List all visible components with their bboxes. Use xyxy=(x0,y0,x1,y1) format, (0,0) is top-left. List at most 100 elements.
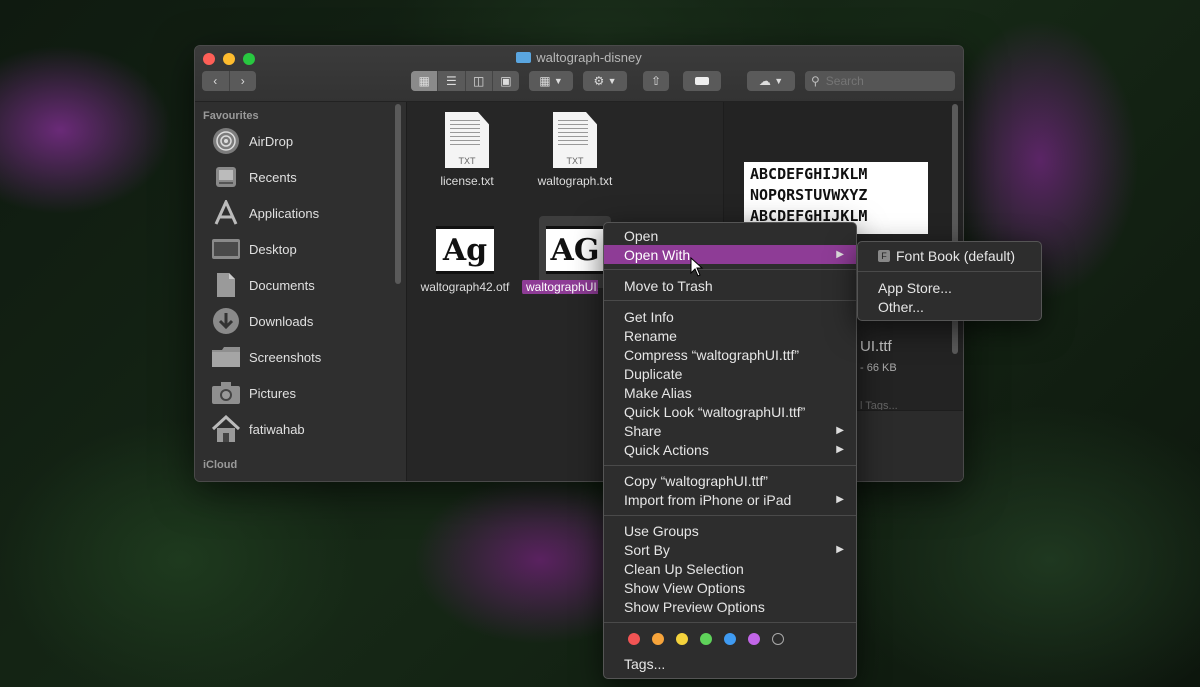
menu-item-show-view-options[interactable]: Show View Options xyxy=(604,578,856,597)
file-item[interactable]: TXT waltograph.txt xyxy=(525,112,625,188)
sidebar-item-label: Recents xyxy=(249,169,297,185)
menu-item-rename[interactable]: Rename xyxy=(604,326,856,345)
menu-separator xyxy=(604,269,856,270)
font-file-icon: Ag xyxy=(436,226,494,274)
toolbar: waltograph-disney ‹ › ▦ ☰ ◫ ▣ ▦ ▼ ⚙ ▼ ⇧ … xyxy=(195,46,963,102)
menu-item-open[interactable]: Open xyxy=(604,226,856,245)
text-file-icon: TXT xyxy=(445,112,489,168)
sidebar-item-label: Documents xyxy=(249,277,315,293)
icon-view-icon[interactable]: ▦ xyxy=(411,71,439,91)
submenu-item-other[interactable]: Other... xyxy=(858,297,1041,316)
column-view-icon[interactable]: ◫ xyxy=(466,71,493,91)
menu-item-get-info[interactable]: Get Info xyxy=(604,307,856,326)
menu-item-compress[interactable]: Compress “waltographUI.ttf” xyxy=(604,345,856,364)
folder-icon xyxy=(516,52,532,63)
back-button[interactable]: ‹ xyxy=(202,71,230,91)
tag-gray-icon[interactable] xyxy=(772,633,784,645)
action-button[interactable]: ⚙ ▼ xyxy=(583,71,627,91)
submenu-arrow-icon: ▶ xyxy=(836,544,844,555)
menu-separator xyxy=(604,465,856,466)
menu-item-tags[interactable]: Tags... xyxy=(604,654,856,673)
search-field[interactable]: ⚲ xyxy=(805,71,955,91)
grid-icon: ▦ xyxy=(539,74,551,88)
menu-item-quick-look[interactable]: Quick Look “waltographUI.ttf” xyxy=(604,402,856,421)
share-button[interactable]: ⇧ xyxy=(643,71,669,91)
sidebar-scrollbar[interactable] xyxy=(395,104,401,284)
sidebar-item-applications[interactable]: Applications xyxy=(211,198,391,228)
menu-item-copy[interactable]: Copy “waltographUI.ttf” xyxy=(604,471,856,490)
camera-icon xyxy=(211,380,241,406)
file-name: license.txt xyxy=(440,174,494,188)
gear-icon: ⚙ xyxy=(593,74,605,88)
menu-item-duplicate[interactable]: Duplicate xyxy=(604,364,856,383)
menu-item-share[interactable]: Share ▶ xyxy=(604,421,856,440)
menu-item-make-alias[interactable]: Make Alias xyxy=(604,383,856,402)
file-name: waltograph42.otf xyxy=(420,280,510,294)
menu-item-use-groups[interactable]: Use Groups xyxy=(604,521,856,540)
file-name: waltographUI.ttf xyxy=(522,280,598,294)
tag-orange-icon[interactable] xyxy=(652,633,664,645)
airdrop-icon xyxy=(211,128,241,154)
tag-purple-icon[interactable] xyxy=(748,633,760,645)
sidebar-item-label: Applications xyxy=(249,205,320,221)
text-file-icon: TXT xyxy=(553,112,597,168)
sidebar-item-label: Downloads xyxy=(249,313,314,329)
menu-item-open-with[interactable]: Open With ▶ xyxy=(604,245,856,264)
icloud-button[interactable]: ☁ ▼ xyxy=(747,71,795,91)
menu-separator xyxy=(604,300,856,301)
tag-icon xyxy=(695,77,709,85)
file-item[interactable]: TXT license.txt xyxy=(417,112,517,188)
context-menu: Open Open With ▶ Move to Trash Get Info R… xyxy=(603,222,857,679)
downloads-icon xyxy=(211,308,241,334)
sidebar: Favourites AirDrop Recents Applications … xyxy=(195,102,407,481)
menu-item-show-preview-options[interactable]: Show Preview Options xyxy=(604,597,856,616)
search-icon: ⚲ xyxy=(811,74,820,88)
submenu-arrow-icon: ▶ xyxy=(836,494,844,505)
font-file-icon: AG xyxy=(546,226,604,274)
share-icon: ⇧ xyxy=(650,74,662,88)
preview-file-name: UI.ttf xyxy=(860,338,892,355)
open-with-submenu: F Font Book (default) App Store... Other.… xyxy=(857,241,1042,321)
recents-icon xyxy=(211,164,241,190)
folder-icon xyxy=(211,344,241,370)
group-button[interactable]: ▦ ▼ xyxy=(529,71,573,91)
sidebar-item-airdrop[interactable]: AirDrop xyxy=(211,126,391,156)
file-name: waltograph.txt xyxy=(537,174,613,188)
tags-button[interactable] xyxy=(683,71,721,91)
submenu-arrow-icon: ▶ xyxy=(836,444,844,455)
chevron-down-icon: ▼ xyxy=(607,76,617,86)
sidebar-item-recents[interactable]: Recents xyxy=(211,162,391,192)
submenu-item-font-book[interactable]: F Font Book (default) xyxy=(858,246,1041,265)
file-item[interactable]: Ag waltograph42.otf xyxy=(411,226,519,294)
sidebar-item-downloads[interactable]: Downloads xyxy=(211,306,391,336)
sidebar-item-pictures[interactable]: Pictures xyxy=(211,378,391,408)
menu-item-move-to-trash[interactable]: Move to Trash xyxy=(604,276,856,295)
tag-blue-icon[interactable] xyxy=(724,633,736,645)
gallery-view-icon[interactable]: ▣ xyxy=(493,71,519,91)
sidebar-item-desktop[interactable]: Desktop xyxy=(211,234,391,264)
sidebar-item-label: fatiwahab xyxy=(249,421,305,437)
forward-button[interactable]: › xyxy=(230,71,257,91)
sidebar-item-label: Pictures xyxy=(249,385,296,401)
sidebar-header-favourites: Favourites xyxy=(203,110,259,122)
menu-item-clean-up[interactable]: Clean Up Selection xyxy=(604,559,856,578)
sidebar-item-home[interactable]: fatiwahab xyxy=(211,414,391,444)
list-view-icon[interactable]: ☰ xyxy=(438,71,466,91)
menu-item-sort-by[interactable]: Sort By ▶ xyxy=(604,540,856,559)
documents-icon xyxy=(211,272,241,298)
sidebar-item-documents[interactable]: Documents xyxy=(211,270,391,300)
menu-item-quick-actions[interactable]: Quick Actions ▶ xyxy=(604,440,856,459)
tag-red-icon[interactable] xyxy=(628,633,640,645)
home-icon xyxy=(211,415,241,442)
tag-yellow-icon[interactable] xyxy=(676,633,688,645)
submenu-arrow-icon: ▶ xyxy=(836,425,844,436)
menu-separator xyxy=(604,515,856,516)
submenu-item-app-store[interactable]: App Store... xyxy=(858,278,1041,297)
sidebar-item-screenshots[interactable]: Screenshots xyxy=(211,342,391,372)
menu-item-import-iphone[interactable]: Import from iPhone or iPad ▶ xyxy=(604,490,856,509)
mouse-cursor-icon xyxy=(690,257,704,277)
search-input[interactable] xyxy=(823,73,948,89)
submenu-arrow-icon: ▶ xyxy=(836,249,844,260)
font-book-icon: F xyxy=(878,249,890,262)
tag-green-icon[interactable] xyxy=(700,633,712,645)
